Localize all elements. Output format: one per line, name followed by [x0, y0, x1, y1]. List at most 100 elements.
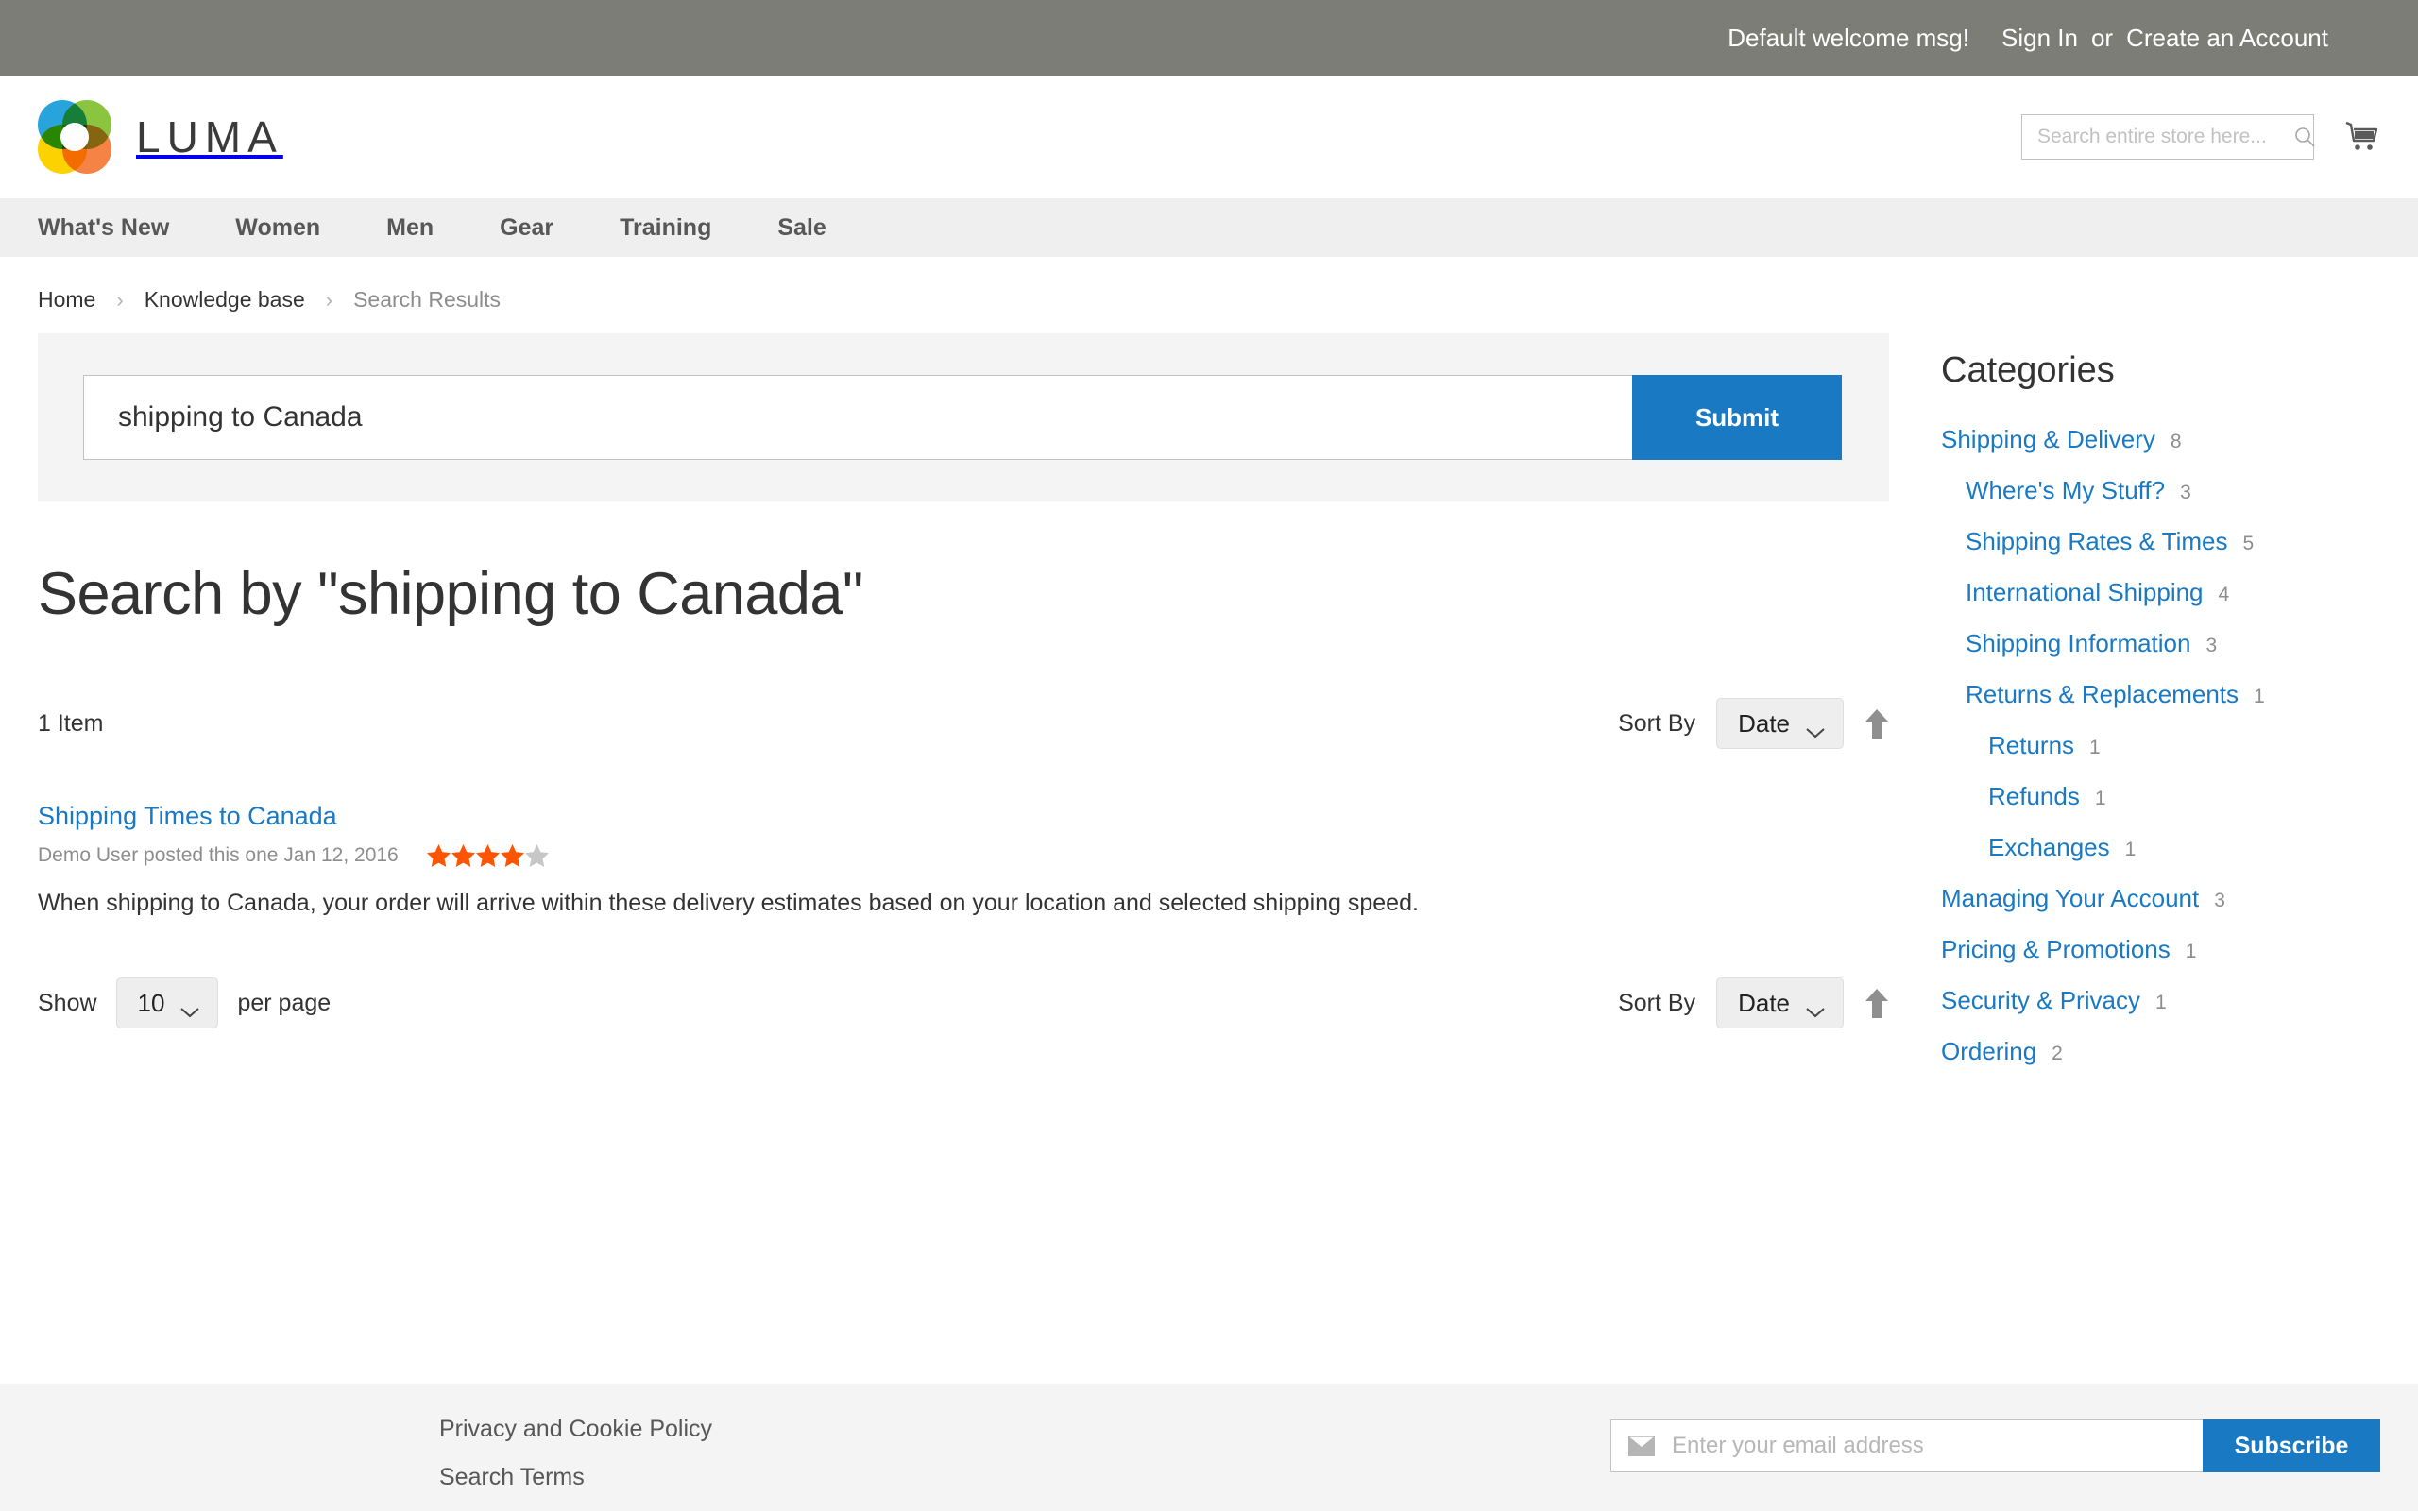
star-icon	[501, 844, 524, 867]
footer-link-privacy[interactable]: Privacy and Cookie Policy	[439, 1416, 712, 1442]
result-byline: Demo User posted this one Jan 12, 2016	[38, 844, 399, 867]
top-panel: Default welcome msg! Sign In or Create a…	[0, 0, 2418, 76]
sort-by-value: Date	[1738, 989, 1790, 1018]
category-count: 1	[2186, 941, 2197, 963]
search-input[interactable]	[2037, 126, 2293, 148]
star-rating	[427, 844, 549, 867]
category-link[interactable]: Returns & Replacements	[1966, 680, 2239, 709]
nav-item-men[interactable]: Men	[364, 214, 456, 242]
newsletter-email-input[interactable]	[1672, 1433, 2189, 1459]
chevron-down-icon	[1805, 717, 1826, 730]
category-link[interactable]: Returns	[1988, 731, 2074, 760]
newsletter-field[interactable]	[1610, 1419, 2203, 1472]
category-item[interactable]: Pricing & Promotions 1	[1941, 935, 2380, 964]
category-link[interactable]: Exchanges	[1988, 833, 2110, 862]
category-item[interactable]: Ordering2	[1941, 1037, 2380, 1066]
category-item[interactable]: Exchanges 1	[1941, 833, 2380, 862]
result-meta: Demo User posted this one Jan 12, 2016	[38, 844, 1851, 867]
category-link[interactable]: Shipping Information	[1966, 629, 2190, 658]
category-item[interactable]: Shipping Information 3	[1941, 629, 2380, 658]
toolbar-top: 1 Item Sort By Date	[38, 698, 1889, 749]
category-item[interactable]: Where's My Stuff?3	[1941, 476, 2380, 505]
category-link[interactable]: Shipping & Delivery	[1941, 425, 2155, 454]
result-title-link[interactable]: Shipping Times to Canada	[38, 802, 337, 831]
result-description: When shipping to Canada, your order will…	[38, 890, 1851, 917]
category-link[interactable]: Shipping Rates & Times	[1966, 527, 2227, 556]
breadcrumb-home[interactable]: Home	[38, 287, 95, 313]
nav-item-whats-new[interactable]: What's New	[38, 214, 192, 242]
chevron-down-icon	[179, 996, 200, 1010]
sorter-bottom: Sort By Date	[1618, 977, 1889, 1028]
sort-by-value: Date	[1738, 709, 1790, 739]
chevron-down-icon	[1805, 996, 1826, 1010]
nav-item-gear[interactable]: Gear	[477, 214, 576, 242]
page-wrapper: Submit Search by "shipping to Canada" 1 …	[0, 333, 2418, 1088]
category-link[interactable]: Ordering	[1941, 1037, 2036, 1066]
category-item[interactable]: Refunds1	[1941, 782, 2380, 811]
category-item[interactable]: Security & Privacy 1	[1941, 986, 2380, 1015]
category-link[interactable]: International Shipping	[1966, 578, 2204, 607]
category-item[interactable]: Shipping Rates & Times 5	[1941, 527, 2380, 556]
footer-list-item[interactable]: Privacy and Cookie Policy	[439, 1416, 712, 1443]
luma-logo-icon	[38, 100, 111, 174]
sort-by-label: Sort By	[1618, 990, 1695, 1017]
per-page-value: 10	[138, 989, 165, 1018]
create-account-link[interactable]: Create an Account	[2126, 24, 2328, 53]
site-footer: Privacy and Cookie Policy Search Terms S…	[0, 1384, 2418, 1511]
category-item[interactable]: Returns & Replacements1	[1941, 680, 2380, 709]
search-icon[interactable]	[2293, 126, 2316, 148]
main-navigation: What's New Women Men Gear Training Sale	[0, 198, 2418, 257]
subscribe-button[interactable]: Subscribe	[2203, 1419, 2380, 1472]
category-item[interactable]: Returns 1	[1941, 731, 2380, 760]
shopping-cart-icon[interactable]	[2342, 118, 2380, 156]
category-link[interactable]: Pricing & Promotions	[1941, 935, 2171, 964]
category-count: 1	[2089, 737, 2101, 759]
toolbar-bottom: Show 10 per page Sort By Date	[38, 977, 1889, 1028]
sidebar: Categories Shipping & Delivery 8 Where's …	[1851, 333, 2380, 1088]
footer-list-item[interactable]: Search Terms	[439, 1464, 712, 1491]
nav-item-women[interactable]: Women	[213, 214, 343, 242]
logo-link[interactable]: LUMA	[38, 100, 283, 174]
star-icon	[476, 844, 500, 867]
sort-by-select[interactable]: Date	[1716, 977, 1844, 1028]
breadcrumb-knowledge-base[interactable]: Knowledge base	[145, 287, 305, 313]
knowledge-base-search-form: Submit	[83, 375, 1842, 460]
site-header: LUMA	[0, 76, 2418, 198]
limiter: Show 10 per page	[38, 977, 331, 1028]
or-separator: or	[2091, 24, 2113, 53]
logo-text: LUMA	[136, 111, 283, 162]
per-page-select[interactable]: 10	[116, 977, 219, 1028]
star-icon	[451, 844, 475, 867]
category-count: 4	[2219, 584, 2230, 606]
knowledge-base-search-input[interactable]	[83, 375, 1632, 460]
category-item[interactable]: International Shipping 4	[1941, 578, 2380, 607]
category-item[interactable]: Managing Your Account 3	[1941, 884, 2380, 913]
knowledge-base-search-panel: Submit	[38, 333, 1889, 501]
per-page-label: per page	[237, 990, 331, 1017]
search-result-item: Shipping Times to Canada Demo User poste…	[38, 802, 1851, 917]
nav-item-sale[interactable]: Sale	[755, 214, 848, 242]
sign-in-link[interactable]: Sign In	[2001, 24, 2078, 53]
star-icon-empty	[525, 844, 549, 867]
category-count: 3	[2205, 635, 2217, 657]
category-count: 8	[2171, 431, 2182, 453]
star-icon	[427, 844, 451, 867]
category-item[interactable]: Shipping & Delivery 8	[1941, 425, 2380, 454]
category-link[interactable]: Managing Your Account	[1941, 884, 2199, 913]
submit-button[interactable]: Submit	[1632, 375, 1842, 460]
category-link[interactable]: Where's My Stuff?	[1966, 476, 2165, 505]
sorter-top: Sort By Date	[1618, 698, 1889, 749]
mini-search[interactable]	[2021, 114, 2314, 160]
sort-by-select[interactable]: Date	[1716, 698, 1844, 749]
category-link[interactable]: Refunds	[1988, 782, 2080, 811]
sort-by-label: Sort By	[1618, 710, 1695, 738]
nav-item-training[interactable]: Training	[597, 214, 734, 242]
category-count: 3	[2214, 890, 2225, 912]
category-link[interactable]: Security & Privacy	[1941, 986, 2140, 1015]
welcome-message: Default welcome msg!	[1728, 24, 1969, 53]
category-count: 1	[2125, 839, 2137, 861]
footer-link-search-terms[interactable]: Search Terms	[439, 1464, 585, 1490]
category-count: 1	[2155, 992, 2167, 1014]
category-count: 5	[2242, 533, 2254, 555]
sidebar-title: Categories	[1941, 350, 2380, 391]
